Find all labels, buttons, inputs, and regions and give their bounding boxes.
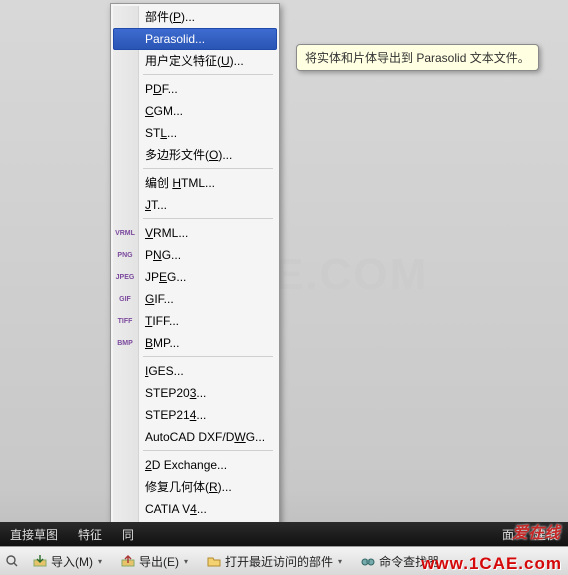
- menu-item-png[interactable]: PNG PNG...: [113, 244, 277, 266]
- export-context-menu: 部件(P)... Parasolid... 用户定义特征(U)... PDF..…: [110, 3, 280, 545]
- menu-item-autocad-dxf-dwg[interactable]: AutoCAD DXF/DWG...: [113, 426, 277, 448]
- menu-label: 用户定义特征(U)...: [145, 54, 244, 68]
- menu-item-gif[interactable]: GIF GIF...: [113, 288, 277, 310]
- menu-item-tiff[interactable]: TIFF TIFF...: [113, 310, 277, 332]
- menu-item-step214[interactable]: STEP214...: [113, 404, 277, 426]
- menu-label: TIFF...: [145, 314, 179, 328]
- left-strip: [0, 0, 110, 520]
- tb-direct-sketch[interactable]: 直接草图: [4, 524, 64, 545]
- tb-sync[interactable]: 同: [116, 524, 140, 545]
- menu-label: AutoCAD DXF/DWG...: [145, 430, 265, 444]
- menu-item-pdf[interactable]: PDF...: [113, 78, 277, 100]
- menu-item-iges[interactable]: IGES...: [113, 360, 277, 382]
- search-icon[interactable]: [4, 553, 20, 569]
- menu-label: GIF...: [145, 292, 174, 306]
- watermark-url: www.1CAE.com: [421, 554, 562, 574]
- folder-open-icon: [206, 553, 222, 569]
- menu-item-stl[interactable]: STL...: [113, 122, 277, 144]
- menu-label: PNG...: [145, 248, 181, 262]
- menu-label: 修复几何体(R)...: [145, 480, 232, 494]
- binoculars-icon: [360, 553, 376, 569]
- recent-parts-label: 打开最近访问的部件: [225, 553, 333, 570]
- menu-label: STL...: [145, 126, 177, 140]
- menu-label: IGES...: [145, 364, 184, 378]
- chevron-down-icon: ▾: [184, 557, 188, 566]
- export-label: 导出(E): [139, 553, 179, 570]
- menu-item-2d-exchange[interactable]: 2D Exchange...: [113, 454, 277, 476]
- menu-label: STEP203...: [145, 386, 206, 400]
- menu-item-jt[interactable]: JT...: [113, 194, 277, 216]
- menu-label: JT...: [145, 198, 167, 212]
- menu-label: CATIA V4...: [145, 502, 207, 516]
- menu-label: VRML...: [145, 226, 188, 240]
- menu-item-author-html[interactable]: 编创 HTML...: [113, 172, 277, 194]
- recent-parts-button[interactable]: 打开最近访问的部件 ▾: [200, 551, 348, 572]
- chevron-down-icon: ▾: [98, 557, 102, 566]
- menu-label: JPEG...: [145, 270, 186, 284]
- menu-item-polygon-file[interactable]: 多边形文件(O)...: [113, 144, 277, 166]
- menu-item-vrml[interactable]: VRML VRML...: [113, 222, 277, 244]
- menu-label: 编创 HTML...: [145, 176, 215, 190]
- menu-label: PDF...: [145, 82, 178, 96]
- png-icon: PNG: [116, 247, 134, 263]
- menu-item-jpeg[interactable]: JPEG JPEG...: [113, 266, 277, 288]
- export-icon: [120, 553, 136, 569]
- watermark-logo-text: 爱在线: [512, 519, 560, 543]
- menu-label: 部件(P)...: [145, 10, 195, 24]
- bmp-icon: BMP: [116, 335, 134, 351]
- menu-item-bmp[interactable]: BMP BMP...: [113, 332, 277, 354]
- menu-label: BMP...: [145, 336, 179, 350]
- tooltip-parasolid-export: 将实体和片体导出到 Parasolid 文本文件。: [296, 44, 539, 71]
- menu-label: 多边形文件(O)...: [145, 148, 232, 162]
- menu-label: 2D Exchange...: [145, 458, 227, 472]
- export-button[interactable]: 导出(E) ▾: [114, 551, 194, 572]
- import-icon: [32, 553, 48, 569]
- menu-item-heal-geometry[interactable]: 修复几何体(R)...: [113, 476, 277, 498]
- vrml-icon: VRML: [116, 225, 134, 241]
- jpeg-icon: JPEG: [116, 269, 134, 285]
- command-toolbar-dark: 直接草图 特征 同 面 建模: [0, 522, 568, 546]
- menu-label: CGM...: [145, 104, 183, 118]
- menu-label: Parasolid...: [145, 32, 205, 46]
- chevron-down-icon: ▾: [338, 557, 342, 566]
- import-button[interactable]: 导入(M) ▾: [26, 551, 108, 572]
- menu-item-step203[interactable]: STEP203...: [113, 382, 277, 404]
- tb-feature[interactable]: 特征: [72, 524, 108, 545]
- gif-icon: GIF: [116, 291, 134, 307]
- import-label: 导入(M): [51, 553, 93, 570]
- menu-item-part[interactable]: 部件(P)...: [113, 6, 277, 28]
- menu-item-catia-v4[interactable]: CATIA V4...: [113, 498, 277, 520]
- menu-item-cgm[interactable]: CGM...: [113, 100, 277, 122]
- tiff-icon: TIFF: [116, 313, 134, 329]
- menu-item-user-defined-feature[interactable]: 用户定义特征(U)...: [113, 50, 277, 72]
- menu-item-parasolid[interactable]: Parasolid...: [113, 28, 277, 50]
- menu-label: STEP214...: [145, 408, 206, 422]
